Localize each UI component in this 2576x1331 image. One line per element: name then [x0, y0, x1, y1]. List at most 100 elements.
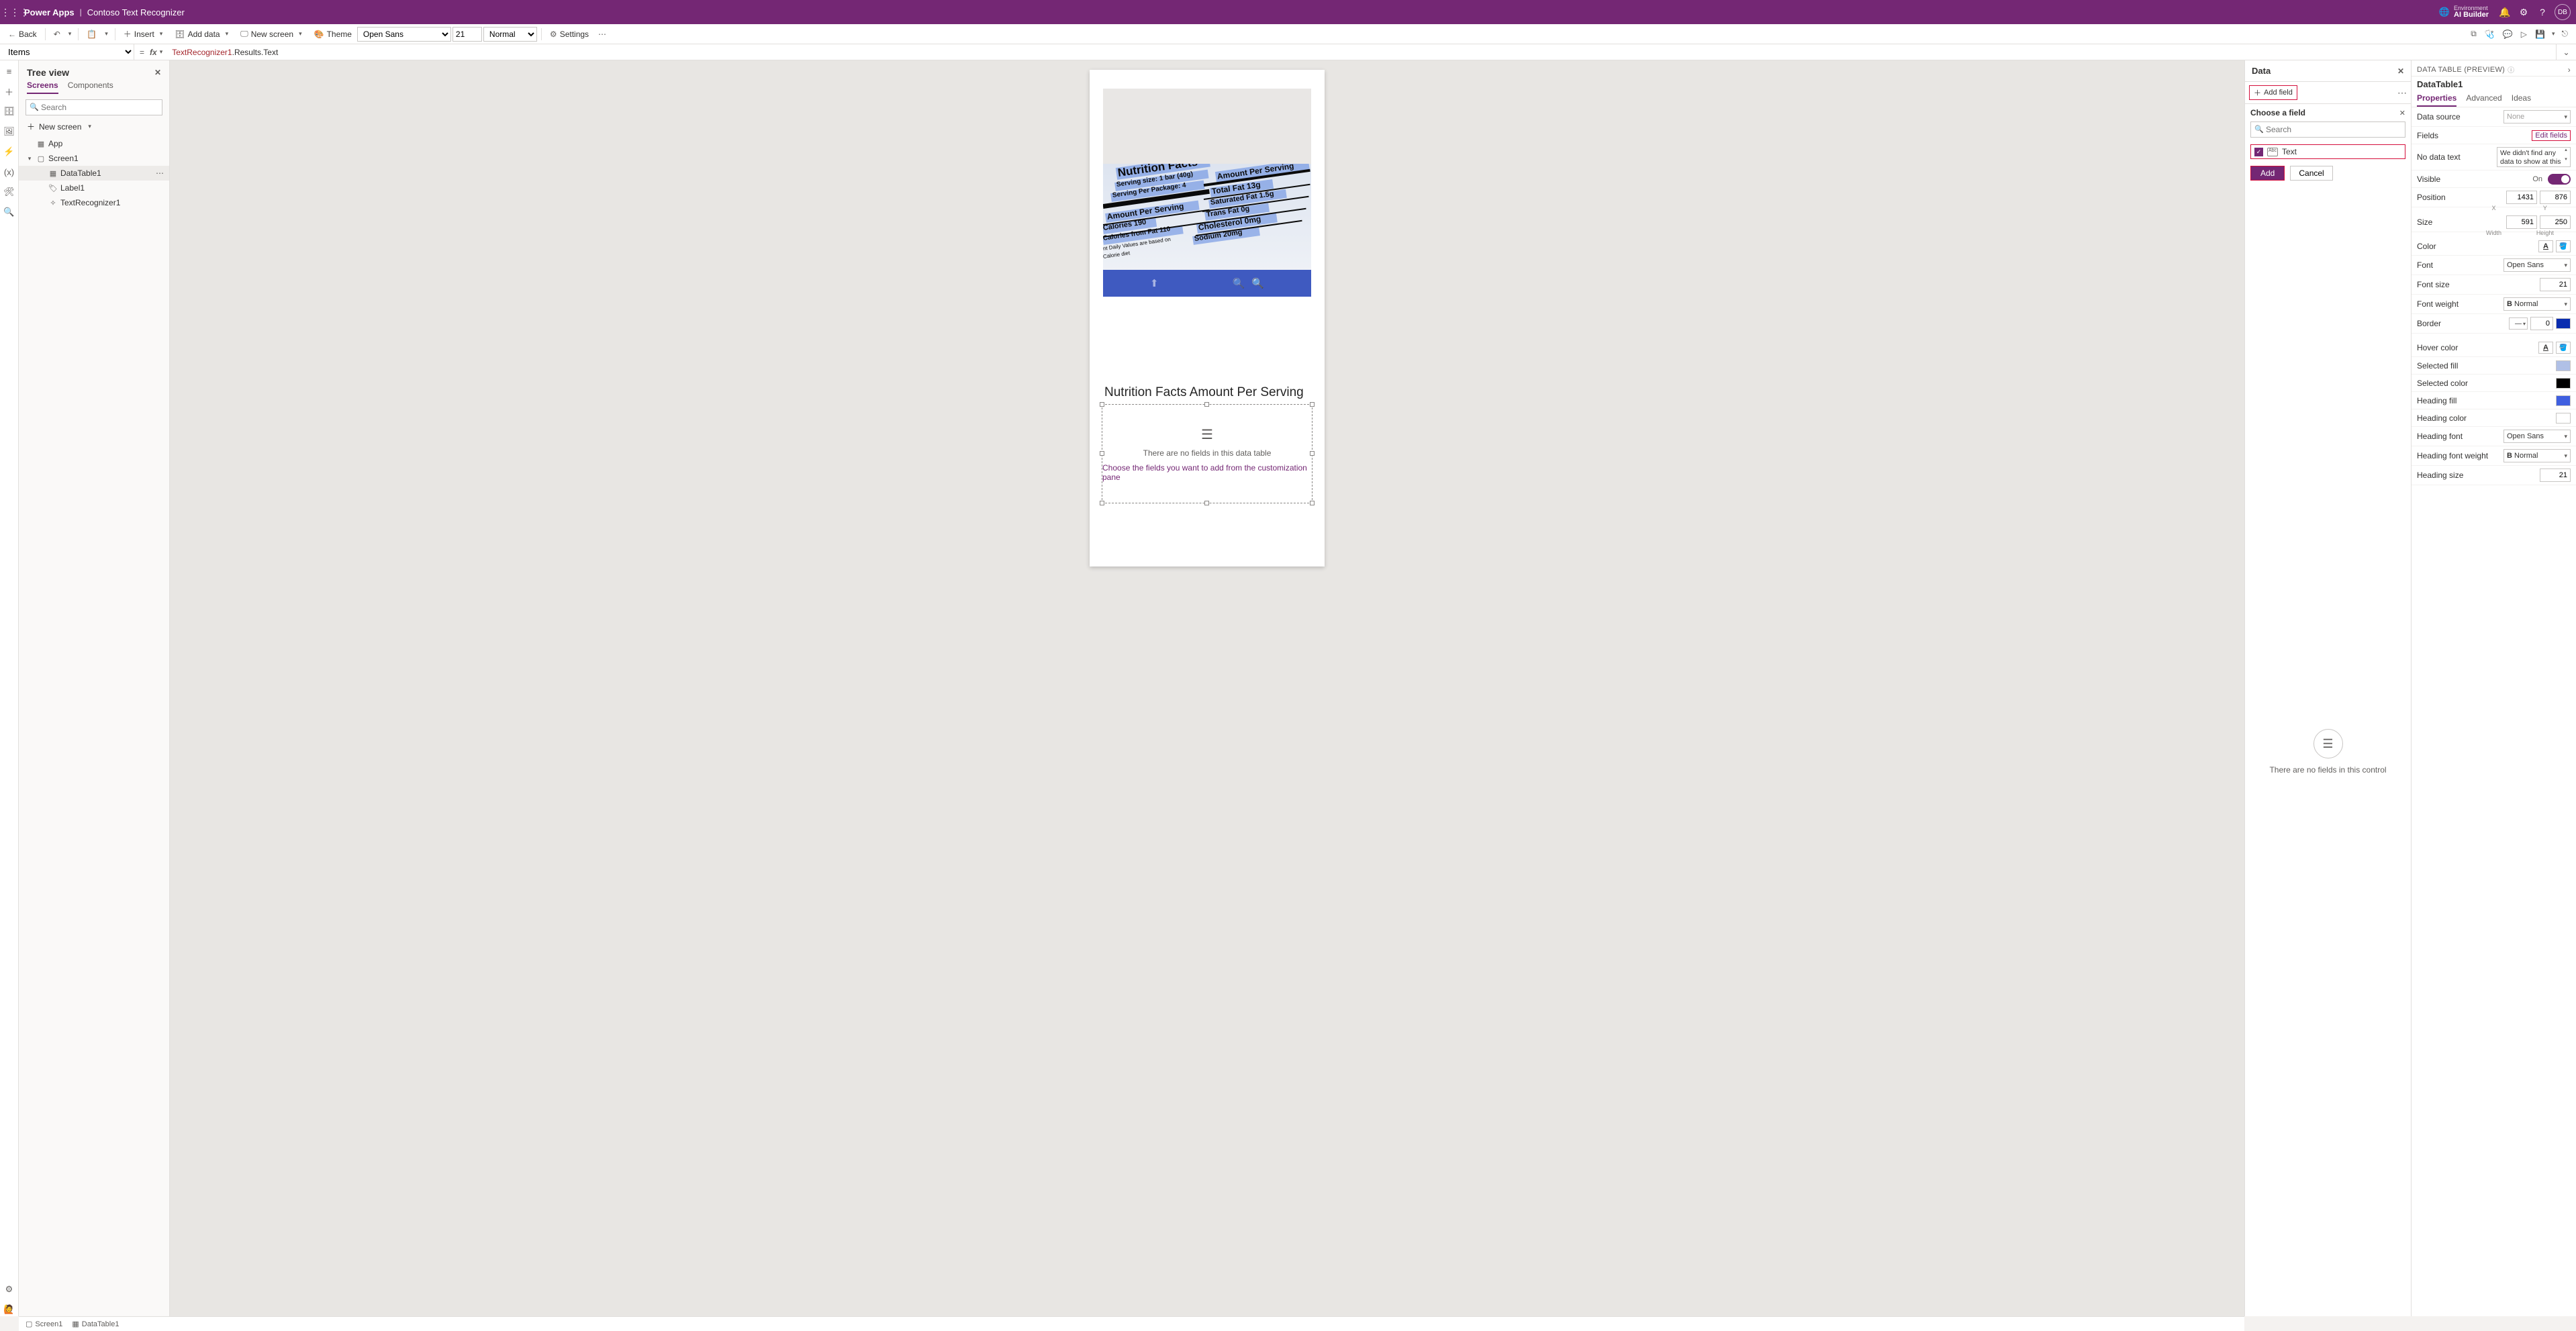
tree-node-app[interactable]: ▦App	[19, 136, 169, 151]
rail-variables-icon[interactable]: (x)	[3, 165, 16, 179]
cancel-button[interactable]: Cancel	[2290, 166, 2332, 181]
rail-flows-icon[interactable]: ⚡	[3, 145, 16, 158]
tree-tab-components[interactable]: Components	[68, 81, 113, 94]
heading-size-input[interactable]	[2540, 469, 2571, 482]
spinner-up[interactable]: ▴	[2562, 148, 2570, 157]
notifications-icon[interactable]: 🔔	[2495, 3, 2514, 21]
new-screen-button[interactable]: ＋New screen▾	[19, 118, 169, 135]
tree-close-button[interactable]: ✕	[154, 68, 161, 77]
tree-node-label1[interactable]: 🏷Label1	[19, 181, 169, 195]
rail-tree-icon[interactable]: ≡	[3, 64, 16, 78]
property-select[interactable]: Items	[0, 44, 134, 60]
visible-toggle[interactable]	[2548, 174, 2571, 185]
account-avatar[interactable]: DB	[2555, 4, 2571, 20]
heading-font-weight-select[interactable]: B Normal	[2503, 449, 2571, 462]
more-icon[interactable]: ⋯	[156, 168, 164, 178]
environment-picker[interactable]: 🌐 Environment AI Builder	[2439, 5, 2489, 19]
heading-fill-swatch[interactable]	[2556, 395, 2571, 406]
publish-button[interactable]: ⎋	[2558, 26, 2573, 43]
new-screen-button[interactable]: 🖵New screen▾	[236, 26, 308, 43]
choose-close[interactable]: ✕	[2399, 109, 2405, 117]
size-h-input[interactable]	[2540, 215, 2571, 229]
rail-data-icon[interactable]: 🗄	[3, 105, 16, 118]
waffle-icon[interactable]: ⋮⋮⋮	[5, 7, 24, 18]
datatable-control[interactable]: ☰ There are no fields in this data table…	[1102, 404, 1313, 503]
expand-icon[interactable]: ▾	[26, 155, 34, 162]
color-fill-button[interactable]: 🪣	[2556, 240, 2571, 252]
comments-button[interactable]: 💬	[2499, 26, 2517, 43]
font-size-input[interactable]	[452, 27, 482, 42]
app-checker-button[interactable]: 🩺	[2481, 26, 2499, 43]
data-source-select[interactable]: None	[2503, 110, 2571, 124]
tree-node-datatable1[interactable]: ▦DataTable1⋯	[19, 166, 169, 181]
props-expand-icon[interactable]: ›	[2568, 65, 2571, 75]
field-option-text[interactable]: ✓ Text	[2250, 144, 2405, 159]
font-weight-select[interactable]: Normal	[483, 27, 537, 42]
font-size-input[interactable]	[2540, 278, 2571, 291]
size-w-input[interactable]	[2506, 215, 2537, 229]
info-icon[interactable]: ⓘ	[2508, 64, 2514, 75]
heading-font-select[interactable]: Open Sans	[2503, 430, 2571, 443]
paste-chevron[interactable]: ▾	[102, 30, 111, 38]
add-data-button[interactable]: 🗄Add data▾	[171, 26, 235, 43]
settings-icon[interactable]: ⚙	[2514, 3, 2533, 21]
font-select[interactable]: Open Sans	[2503, 258, 2571, 272]
save-chevron[interactable]: ▾	[2549, 30, 2558, 38]
tree-tab-screens[interactable]: Screens	[27, 81, 58, 94]
formula-expand-button[interactable]: ⌄	[2556, 44, 2576, 60]
back-button[interactable]: ←Back	[4, 26, 41, 43]
status-datatable[interactable]: ▦DataTable1	[72, 1320, 119, 1328]
color-font-button[interactable]: A	[2538, 240, 2553, 252]
props-tab-ideas[interactable]: Ideas	[2512, 93, 2531, 107]
tree-search-input[interactable]	[26, 99, 162, 115]
heading-color-swatch[interactable]	[2556, 413, 2571, 424]
border-width-input[interactable]	[2530, 317, 2553, 330]
hover-color-font-button[interactable]: A	[2538, 342, 2553, 354]
hover-color-fill-button[interactable]: 🪣	[2556, 342, 2571, 354]
data-panel-more[interactable]: ⋯	[2397, 87, 2407, 99]
no-data-text-input[interactable]: We didn't find any data to show at this▴…	[2497, 147, 2571, 167]
tree-node-screen1[interactable]: ▾▢Screen1	[19, 151, 169, 166]
border-style-select[interactable]	[2509, 317, 2528, 330]
preview-button[interactable]: ▷	[2517, 26, 2531, 43]
formula-input[interactable]: TextRecognizer1.Results.Text	[168, 48, 2556, 57]
settings-button[interactable]: ⚙Settings	[546, 26, 593, 43]
save-button[interactable]: 💾	[2531, 26, 2549, 43]
add-field-button[interactable]: ＋Add field	[2249, 85, 2297, 100]
undo-chevron[interactable]: ▾	[66, 30, 75, 38]
props-tab-advanced[interactable]: Advanced	[2466, 93, 2501, 107]
font-name-select[interactable]: Open Sans	[357, 27, 451, 42]
rail-advanced-icon[interactable]: 🛠	[3, 185, 16, 199]
checkbox-checked-icon[interactable]: ✓	[2254, 148, 2263, 156]
spinner-down[interactable]: ▾	[2562, 157, 2570, 166]
zoom-in-icon[interactable]: 🔍	[1251, 277, 1264, 289]
edit-fields-button[interactable]: Edit fields	[2532, 130, 2571, 141]
text-recognizer-image-region[interactable]: Nutrition Facts Amount Per Serving Servi…	[1103, 89, 1311, 297]
more-button[interactable]: ⋯	[594, 26, 610, 43]
upload-icon[interactable]: ⬆	[1150, 277, 1159, 289]
canvas-area[interactable]: Nutrition Facts Amount Per Serving Servi…	[170, 60, 2244, 1316]
selected-fill-swatch[interactable]	[2556, 360, 2571, 371]
share-button[interactable]: ⧉	[2467, 26, 2481, 43]
help-icon[interactable]: ?	[2533, 3, 2552, 21]
tree-node-textrecognizer1[interactable]: ✧TextRecognizer1	[19, 195, 169, 210]
border-color-swatch[interactable]	[2556, 318, 2571, 329]
status-screen[interactable]: ▢Screen1	[26, 1320, 62, 1328]
font-weight-select[interactable]: B Normal	[2503, 297, 2571, 311]
zoom-out-icon[interactable]: 🔍	[1233, 277, 1245, 289]
theme-button[interactable]: 🎨Theme	[310, 26, 356, 43]
phone-canvas[interactable]: Nutrition Facts Amount Per Serving Servi…	[1090, 70, 1325, 566]
add-button[interactable]: Add	[2250, 166, 2285, 181]
data-panel-close[interactable]: ✕	[2397, 66, 2404, 76]
fx-chevron[interactable]: ▾	[160, 48, 169, 56]
rail-settings-icon[interactable]: ⚙	[3, 1283, 16, 1296]
rail-ask-icon[interactable]: 🙋	[3, 1303, 16, 1316]
rail-media-icon[interactable]: 🖼	[3, 125, 16, 138]
undo-button[interactable]: ↶	[50, 26, 64, 43]
field-search-input[interactable]	[2250, 121, 2405, 138]
props-tab-properties[interactable]: Properties	[2417, 93, 2456, 107]
rail-search-icon[interactable]: 🔍	[3, 205, 16, 219]
insert-button[interactable]: ＋Insert▾	[120, 26, 170, 43]
rail-insert-icon[interactable]: ＋	[3, 85, 16, 98]
paste-button[interactable]: 📋	[83, 26, 101, 43]
